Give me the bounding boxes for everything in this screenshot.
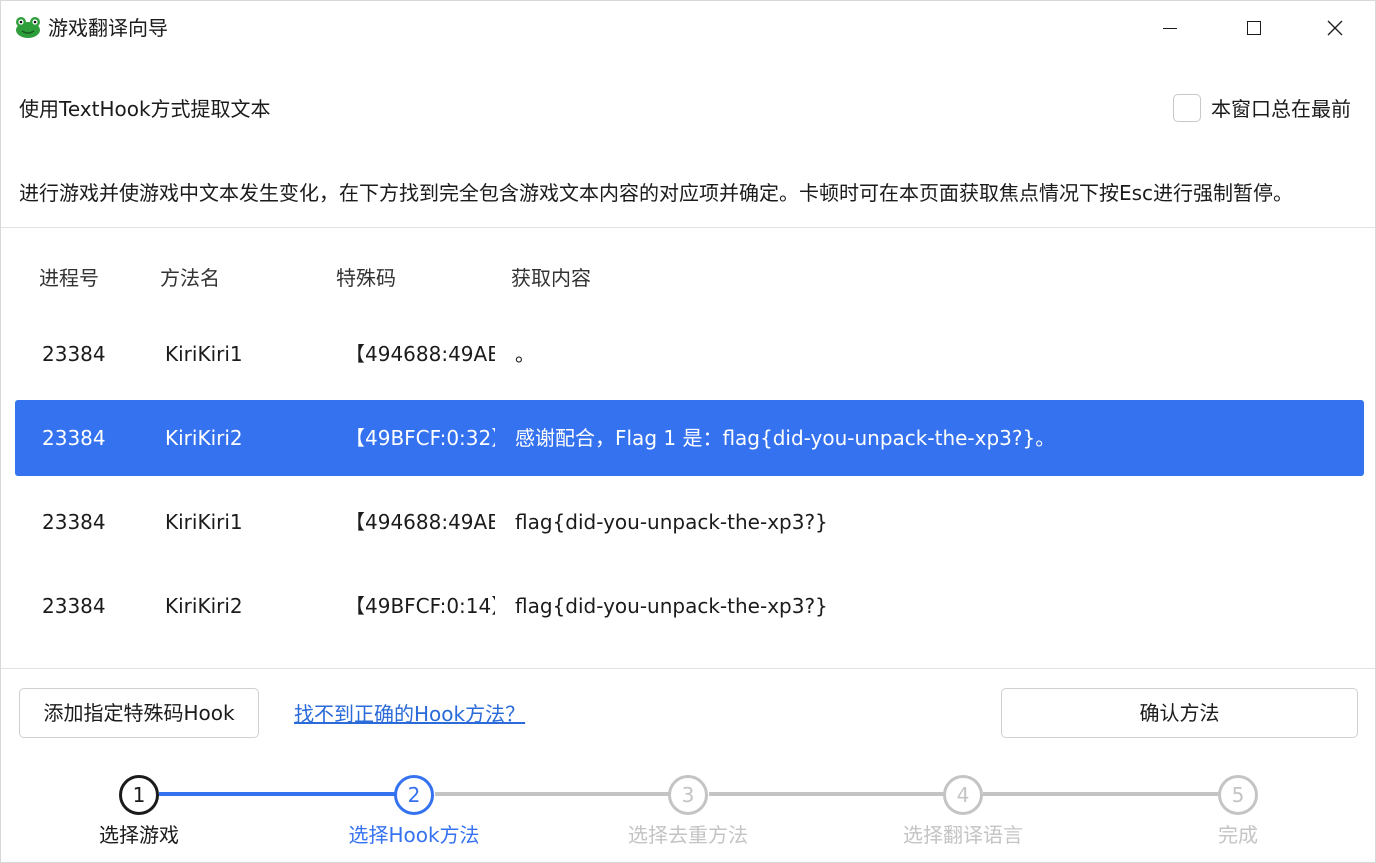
maximize-icon [1247,21,1261,35]
cell-code: 【494688:49AB [345,342,495,366]
table-row[interactable]: 23384 KiriKiri1 【494688:49AB 。 [15,316,1364,392]
window-title: 游戏翻译向导 [48,16,168,40]
close-button[interactable] [1295,1,1375,55]
page-heading: 使用TextHook方式提取文本 [19,97,271,121]
step-4-label: 选择翻译语言 [903,823,1023,847]
confirm-method-button[interactable]: 确认方法 [1001,688,1358,738]
cell-pid: 23384 [42,342,106,366]
step-connector [709,792,945,796]
maximize-button[interactable] [1214,1,1294,55]
column-header-code: 特殊码 [336,266,396,290]
cell-content: flag{did-you-unpack-the-xp3?} [515,510,828,534]
column-header-pid: 进程号 [39,266,99,290]
title-bar[interactable]: 游戏翻译向导 [1,1,1375,55]
column-header-content: 获取内容 [511,266,591,290]
step-3-label: 选择去重方法 [628,823,748,847]
table-row-selected[interactable]: 23384 KiriKiri2 【49BFCF:0:32】 感谢配合，Flag … [15,400,1364,476]
cell-method: KiriKiri1 [165,342,243,366]
cell-method: KiriKiri2 [165,426,243,450]
always-on-top-label[interactable]: 本窗口总在最前 [1211,95,1351,123]
table-row[interactable]: 23384 KiriKiri1 【494688:49AB flag{did-yo… [15,484,1364,560]
step-5-label: 完成 [1218,823,1258,847]
column-header-method: 方法名 [160,266,220,290]
step-connector [983,792,1219,796]
wizard-window: 游戏翻译向导 使用TextHook方式提取文本 本窗口总在最前 进行游戏并使游戏… [0,0,1376,863]
cell-code: 【494688:49AB [345,510,495,534]
hook-table: 进程号 方法名 特殊码 获取内容 23384 KiriKiri1 【494688… [1,228,1375,668]
help-link[interactable]: 找不到正确的Hook方法？ [294,700,525,728]
instructions-text: 进行游戏并使游戏中文本发生变化，在下方找到完全包含游戏文本内容的对应项并确定。卡… [19,181,1294,205]
frog-icon [16,17,40,38]
step-4-circle: 4 [943,775,983,815]
table-header: 进程号 方法名 特殊码 获取内容 [1,228,1375,324]
step-2-label: 选择Hook方法 [348,823,480,847]
cell-pid: 23384 [42,594,106,618]
cell-pid: 23384 [42,426,106,450]
minimize-icon [1163,27,1177,29]
cell-content: 。 [515,342,535,366]
step-1-circle: 1 [119,775,159,815]
cell-method: KiriKiri2 [165,594,243,618]
cell-code: 【49BFCF:0:32】 [345,426,495,450]
cell-code: 【49BFCF:0:14】 [345,594,495,618]
step-1-label: 选择游戏 [99,823,179,847]
step-connector [435,792,671,796]
divider [1,668,1375,669]
add-hook-button[interactable]: 添加指定特殊码Hook [19,688,259,738]
table-row[interactable]: 23384 KiriKiri2 【49BFCF:0:14】 flag{did-y… [15,568,1364,644]
cell-content: flag{did-you-unpack-the-xp3?} [515,594,828,618]
cell-method: KiriKiri1 [165,510,243,534]
step-connector-done [159,792,395,796]
step-5-circle: 5 [1218,775,1258,815]
minimize-button[interactable] [1130,1,1210,55]
always-on-top-checkbox[interactable] [1173,94,1201,122]
close-icon [1327,20,1343,36]
cell-content: 感谢配合，Flag 1 是：flag{did-you-unpack-the-xp… [515,426,1056,450]
cell-pid: 23384 [42,510,106,534]
step-3-circle: 3 [668,775,708,815]
step-2-circle: 2 [394,775,434,815]
